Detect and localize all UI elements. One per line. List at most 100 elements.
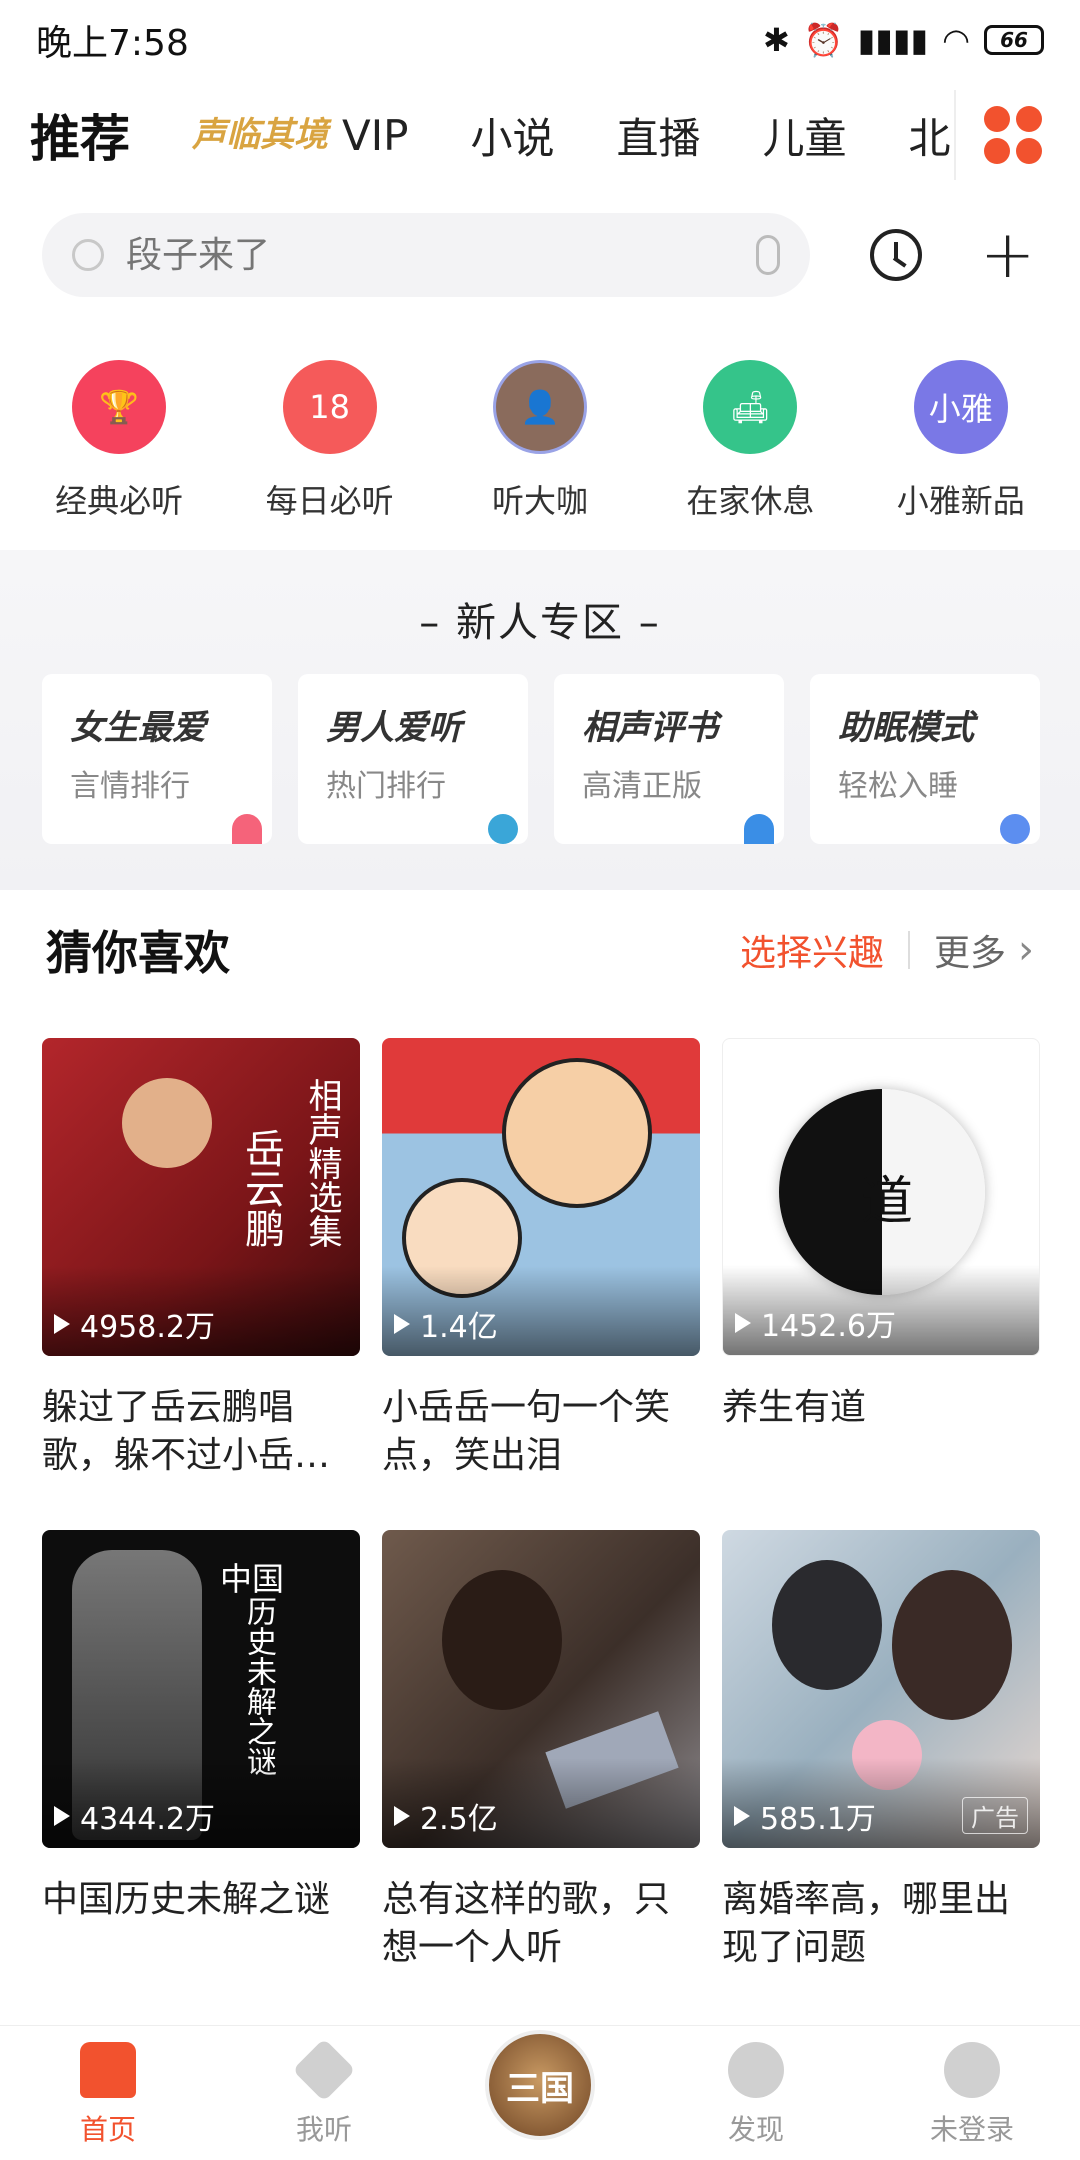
album-cover[interactable]: 1.4亿 xyxy=(382,1038,700,1356)
play-count: 1452.6万 xyxy=(735,1301,896,1345)
trophy-icon: 🏆 xyxy=(72,360,167,454)
status-bar: 晚上7:58 ✱ ⏰ ▮▮▮▮ ◠ 66 xyxy=(0,0,1080,80)
play-count-text: 4344.2万 xyxy=(80,1802,215,1837)
cover-caption: 相声精选集 xyxy=(302,1078,342,1248)
moon-icon xyxy=(1000,814,1030,844)
album-card[interactable]: 中国 历史未解之谜 4344.2万 中国历史未解之谜 xyxy=(42,1530,360,1972)
play-icon xyxy=(394,1806,410,1826)
newbie-cards: 女生最爱 言情排行 男人爱听 热门排行 相声评书 高清正版 助眠模式 轻松入睡 xyxy=(42,674,1040,844)
star-icon xyxy=(292,2038,356,2102)
album-title[interactable]: 小岳岳一句一个笑点，笑出泪 xyxy=(382,1384,700,1480)
quick-entry-home-rest[interactable]: 🛋 在家休息 xyxy=(650,360,850,522)
play-count: 585.1万 xyxy=(734,1794,876,1838)
search-icon xyxy=(72,239,104,271)
quick-entry-label: 每日必听 xyxy=(265,482,394,520)
play-icon xyxy=(394,1314,410,1334)
newbie-card-male[interactable]: 男人爱听 热门排行 xyxy=(298,674,528,844)
newbie-card-title: 助眠模式 xyxy=(838,708,974,748)
more-link[interactable]: 更多 xyxy=(934,924,1006,976)
avatar-icon: 👤 xyxy=(492,360,587,454)
nav-discover[interactable]: 发现 xyxy=(648,2026,864,2160)
play-count: 4344.2万 xyxy=(54,1794,215,1838)
nav-home[interactable]: 首页 xyxy=(0,2026,216,2160)
nav-label: 未登录 xyxy=(929,2113,1014,2146)
all-categories-icon[interactable] xyxy=(984,106,1042,164)
newbie-title: – 新人专区 – xyxy=(0,590,1080,648)
album-card[interactable]: 相声精选集 岳云鹏 4958.2万 躲过了岳云鹏唱歌，躲不过小岳… xyxy=(42,1038,360,1480)
newbie-card-sub: 高清正版 xyxy=(582,769,702,804)
play-icon xyxy=(734,1806,750,1826)
nav-profile[interactable]: 未登录 xyxy=(864,2026,1080,2160)
album-card[interactable]: 2.5亿 总有这样的歌，只想一个人听 xyxy=(382,1530,700,1972)
play-count: 1.4亿 xyxy=(394,1302,498,1346)
quick-entry-classic[interactable]: 🏆 经典必听 xyxy=(19,360,219,522)
fan-icon xyxy=(744,814,774,844)
tab-recommend[interactable]: 推荐 xyxy=(30,99,130,171)
history-icon[interactable] xyxy=(870,229,922,281)
user-icon xyxy=(944,2042,1000,2098)
nav-label: 首页 xyxy=(79,2113,136,2146)
newbie-card-title: 男人爱听 xyxy=(326,708,462,748)
search-row: + xyxy=(0,212,1080,298)
heart-icon xyxy=(232,814,262,844)
tab-special[interactable]: 声临其境 xyxy=(192,118,328,152)
calendar-badge: 18 xyxy=(309,388,350,426)
tabs-divider xyxy=(954,90,956,180)
tabs-scroll: 推荐 声临其境 VIP 小说 直播 儿童 北京 xyxy=(0,99,950,171)
tab-vip[interactable]: VIP xyxy=(342,111,408,160)
tab-live[interactable]: 直播 xyxy=(616,105,700,166)
album-cover[interactable]: 585.1万 广告 xyxy=(722,1530,1040,1848)
tab-beijing[interactable]: 北京 xyxy=(909,105,951,166)
chevron-right-icon[interactable]: › xyxy=(1018,927,1034,973)
album-cover[interactable]: 中国 历史未解之谜 4344.2万 xyxy=(42,1530,360,1848)
tab-novel[interactable]: 小说 xyxy=(470,105,554,166)
album-title[interactable]: 养生有道 xyxy=(722,1384,1040,1480)
search-box[interactable] xyxy=(42,213,810,297)
guess-header: 猜你喜欢 选择兴趣 更多 › xyxy=(0,910,1080,990)
search-input[interactable] xyxy=(126,234,756,276)
album-card[interactable]: 1.4亿 小岳岳一句一个笑点，笑出泪 xyxy=(382,1038,700,1480)
divider xyxy=(907,931,910,969)
quick-entry-celebrity[interactable]: 👤 听大咖 xyxy=(440,360,640,522)
quick-entry-label: 小雅新品 xyxy=(896,482,1025,520)
quick-entries: 🏆 经典必听 18 每日必听 👤 听大咖 🛋 在家休息 小雅 小雅新品 xyxy=(0,360,1080,522)
person-face xyxy=(122,1078,212,1168)
nav-label: 发现 xyxy=(727,2113,784,2146)
player-disc-icon[interactable]: 三国 xyxy=(485,2030,595,2140)
plus-icon[interactable]: + xyxy=(980,222,1035,288)
play-count-text: 1.4亿 xyxy=(420,1310,498,1345)
nav-my-listen[interactable]: 我听 xyxy=(216,2026,432,2160)
play-count-text: 4958.2万 xyxy=(80,1310,215,1345)
album-cover[interactable]: 相声精选集 岳云鹏 4958.2万 xyxy=(42,1038,360,1356)
newbie-card-crosstalk[interactable]: 相声评书 高清正版 xyxy=(554,674,784,844)
album-cover[interactable]: 道 1452.6万 xyxy=(722,1038,1040,1356)
cartoon-face-large xyxy=(502,1058,652,1208)
nav-center-player[interactable]: 三国 xyxy=(432,2026,648,2160)
guess-title: 猜你喜欢 xyxy=(46,926,230,980)
sofa-icon: 🛋 xyxy=(703,360,798,454)
newbie-card-sleep[interactable]: 助眠模式 轻松入睡 xyxy=(810,674,1040,844)
cover-caption-mystery: 历史未解之谜 xyxy=(241,1596,276,1776)
compass-icon xyxy=(728,2042,784,2098)
album-title[interactable]: 躲过了岳云鹏唱歌，躲不过小岳… xyxy=(42,1384,360,1480)
quick-entry-xiaoya[interactable]: 小雅 小雅新品 xyxy=(861,360,1061,522)
album-card[interactable]: 道 1452.6万 养生有道 xyxy=(722,1038,1040,1480)
album-title[interactable]: 中国历史未解之谜 xyxy=(42,1876,360,1972)
album-card[interactable]: 585.1万 广告 离婚率高，哪里出现了问题 xyxy=(722,1530,1040,1972)
newbie-card-sub: 轻松入睡 xyxy=(838,769,958,804)
album-title[interactable]: 离婚率高，哪里出现了问题 xyxy=(722,1876,1040,1972)
bride-figure xyxy=(892,1570,1012,1720)
album-cover[interactable]: 2.5亿 xyxy=(382,1530,700,1848)
choose-interest-link[interactable]: 选择兴趣 xyxy=(740,924,884,976)
quick-entry-daily[interactable]: 18 每日必听 xyxy=(230,360,430,522)
album-grid: 相声精选集 岳云鹏 4958.2万 躲过了岳云鹏唱歌，躲不过小岳… 1.4亿 小… xyxy=(42,1038,1042,1972)
tab-children[interactable]: 儿童 xyxy=(762,105,846,166)
signal-icon: ▮▮▮▮ xyxy=(857,21,929,59)
newbie-title-text: 新人专区 xyxy=(456,600,624,646)
microphone-icon[interactable] xyxy=(756,235,780,275)
status-icons: ✱ ⏰ ▮▮▮▮ ◠ 66 xyxy=(763,21,1044,59)
status-time: 晚上7:58 xyxy=(36,23,189,64)
bottom-nav: 首页 我听 三国 发现 未登录 xyxy=(0,2025,1080,2160)
newbie-card-female[interactable]: 女生最爱 言情排行 xyxy=(42,674,272,844)
album-title[interactable]: 总有这样的歌，只想一个人听 xyxy=(382,1876,700,1972)
